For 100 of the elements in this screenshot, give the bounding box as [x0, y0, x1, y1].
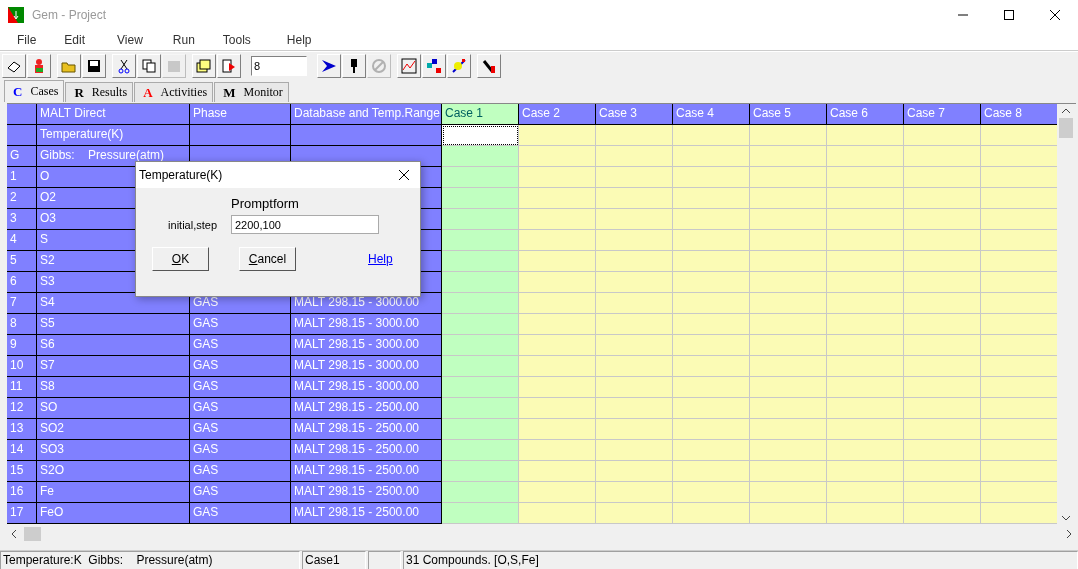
- table-cell[interactable]: [904, 377, 981, 398]
- table-cell[interactable]: [519, 167, 596, 188]
- table-cell[interactable]: [596, 482, 673, 503]
- table-cell[interactable]: [519, 125, 596, 146]
- table-cell[interactable]: [442, 356, 519, 377]
- table-cell[interactable]: [596, 335, 673, 356]
- table-cell[interactable]: [827, 251, 904, 272]
- table-cell[interactable]: [596, 314, 673, 335]
- table-cell[interactable]: [519, 503, 596, 524]
- table-cell[interactable]: [673, 272, 750, 293]
- table-cell[interactable]: [519, 251, 596, 272]
- table-cell[interactable]: [519, 335, 596, 356]
- table-cell[interactable]: [904, 251, 981, 272]
- table-cell[interactable]: [981, 461, 1057, 482]
- column-header[interactable]: Case 1: [442, 104, 519, 125]
- table-cell[interactable]: [673, 125, 750, 146]
- table-cell[interactable]: [827, 377, 904, 398]
- table-cell[interactable]: [981, 503, 1057, 524]
- table-cell[interactable]: [827, 461, 904, 482]
- table-cell[interactable]: [519, 293, 596, 314]
- table-cell[interactable]: [904, 398, 981, 419]
- table-cell[interactable]: [981, 272, 1057, 293]
- table-cell[interactable]: [827, 398, 904, 419]
- table-cell[interactable]: [981, 167, 1057, 188]
- table-cell[interactable]: [673, 461, 750, 482]
- table-cell[interactable]: [442, 209, 519, 230]
- table-cell[interactable]: [750, 272, 827, 293]
- table-cell[interactable]: [981, 146, 1057, 167]
- table-cell[interactable]: [904, 335, 981, 356]
- table-cell[interactable]: [442, 293, 519, 314]
- table-cell[interactable]: [981, 293, 1057, 314]
- toolbar-button[interactable]: [112, 54, 136, 78]
- table-cell[interactable]: [904, 356, 981, 377]
- table-cell[interactable]: [981, 125, 1057, 146]
- table-cell[interactable]: [827, 125, 904, 146]
- table-cell[interactable]: [673, 503, 750, 524]
- table-cell[interactable]: [904, 482, 981, 503]
- table-cell[interactable]: [442, 230, 519, 251]
- table-cell[interactable]: [827, 293, 904, 314]
- table-cell[interactable]: [981, 398, 1057, 419]
- table-cell[interactable]: [750, 251, 827, 272]
- table-cell[interactable]: [750, 146, 827, 167]
- table-cell[interactable]: [442, 335, 519, 356]
- table-cell[interactable]: [519, 272, 596, 293]
- table-cell[interactable]: [981, 209, 1057, 230]
- table-cell[interactable]: [673, 377, 750, 398]
- table-cell[interactable]: [442, 188, 519, 209]
- table-cell[interactable]: [904, 503, 981, 524]
- table-cell[interactable]: [981, 230, 1057, 251]
- table-cell[interactable]: [904, 272, 981, 293]
- table-cell[interactable]: [596, 146, 673, 167]
- scrollbar-thumb[interactable]: [1059, 118, 1073, 138]
- tab[interactable]: R Results: [65, 82, 134, 102]
- table-cell[interactable]: [750, 419, 827, 440]
- table-cell[interactable]: [904, 230, 981, 251]
- table-cell[interactable]: [673, 335, 750, 356]
- table-cell[interactable]: [519, 440, 596, 461]
- table-cell[interactable]: [596, 356, 673, 377]
- toolbar-button[interactable]: [82, 54, 106, 78]
- table-cell[interactable]: [750, 314, 827, 335]
- table-cell[interactable]: [673, 482, 750, 503]
- table-cell[interactable]: [519, 398, 596, 419]
- table-cell[interactable]: [673, 167, 750, 188]
- toolbar-button[interactable]: [2, 54, 26, 78]
- table-cell[interactable]: [827, 335, 904, 356]
- tab[interactable]: C Cases: [4, 80, 65, 102]
- dialog-button[interactable]: Cancel: [239, 247, 296, 271]
- table-cell[interactable]: [827, 272, 904, 293]
- table-cell[interactable]: [750, 461, 827, 482]
- table-cell[interactable]: [442, 440, 519, 461]
- table-cell[interactable]: [673, 398, 750, 419]
- table-cell[interactable]: [673, 293, 750, 314]
- table-cell[interactable]: [904, 146, 981, 167]
- table-cell[interactable]: [981, 356, 1057, 377]
- table-cell[interactable]: [442, 167, 519, 188]
- table-cell[interactable]: [519, 314, 596, 335]
- table-cell[interactable]: [519, 356, 596, 377]
- table-cell[interactable]: [519, 188, 596, 209]
- scrollbar-thumb[interactable]: [24, 526, 41, 541]
- table-cell[interactable]: [596, 293, 673, 314]
- table-cell[interactable]: [442, 461, 519, 482]
- table-cell[interactable]: [596, 167, 673, 188]
- table-cell[interactable]: [596, 230, 673, 251]
- table-cell[interactable]: [442, 314, 519, 335]
- table-cell[interactable]: [750, 335, 827, 356]
- table-cell[interactable]: [596, 398, 673, 419]
- table-cell[interactable]: [442, 251, 519, 272]
- table-cell[interactable]: [673, 314, 750, 335]
- table-cell[interactable]: [827, 167, 904, 188]
- table-cell[interactable]: [981, 440, 1057, 461]
- table-cell[interactable]: [519, 482, 596, 503]
- table-cell[interactable]: [827, 440, 904, 461]
- table-cell[interactable]: [442, 146, 519, 167]
- table-cell[interactable]: [673, 146, 750, 167]
- table-cell[interactable]: [750, 167, 827, 188]
- table-cell[interactable]: [596, 272, 673, 293]
- table-cell[interactable]: [442, 272, 519, 293]
- menu-item[interactable]: Edit: [55, 30, 95, 50]
- table-cell[interactable]: [519, 461, 596, 482]
- toolbar-button[interactable]: [422, 54, 446, 78]
